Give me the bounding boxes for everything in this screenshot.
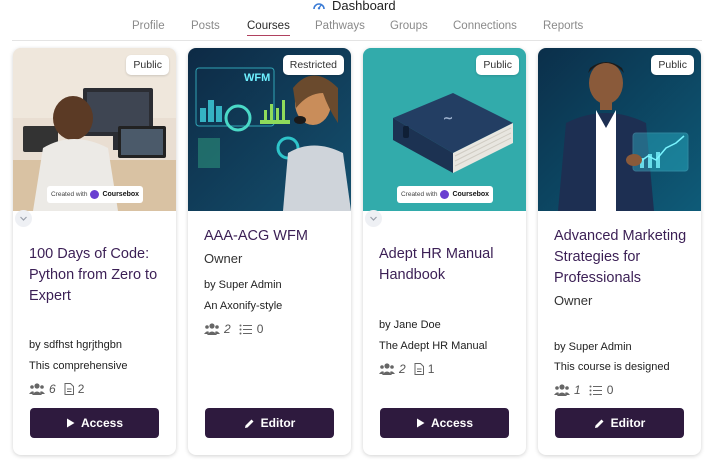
dashboard-title: Dashboard xyxy=(332,0,396,13)
watermark-brand: Coursebox xyxy=(102,191,140,198)
course-stats: 6 2 xyxy=(29,382,84,396)
members-count: 6 xyxy=(49,382,56,396)
course-card[interactable]: Created with Coursebox Public 100 Days o… xyxy=(13,48,176,455)
members-stat: 2 xyxy=(204,322,231,336)
lessons-count: 2 xyxy=(77,382,85,396)
watermark-prefix: Created with xyxy=(400,191,438,198)
course-role: Owner xyxy=(204,251,243,266)
users-icon xyxy=(379,363,395,375)
course-author: by sdfhst hgrjthgbn xyxy=(29,339,122,351)
members-count: 2 xyxy=(399,362,406,376)
visibility-badge: Public xyxy=(126,55,169,75)
dashboard-heading[interactable]: Dashboard xyxy=(312,0,396,13)
pencil-icon xyxy=(594,419,604,428)
course-author: by Super Admin xyxy=(554,341,632,353)
tab-pathways[interactable]: Pathways xyxy=(315,20,365,32)
course-description: An Axonify-style xyxy=(204,300,283,312)
lessons-stat: 0 xyxy=(239,322,264,336)
course-description: This course is designed xyxy=(554,361,670,373)
coursebox-logo-icon xyxy=(440,190,450,199)
course-title[interactable]: Advanced Marketing Strategies for Profes… xyxy=(554,226,694,289)
course-stats: 2 1 xyxy=(379,362,434,376)
list-icon xyxy=(239,324,252,334)
tab-connections[interactable]: Connections xyxy=(453,20,517,32)
visibility-badge: Public xyxy=(476,55,519,75)
lessons-stat: 1 xyxy=(414,362,435,376)
play-icon xyxy=(66,418,75,428)
list-icon xyxy=(589,385,602,395)
document-icon xyxy=(64,383,74,395)
course-card[interactable]: WFM Restricted AAA-ACG WFM Owner by Supe… xyxy=(188,48,351,455)
course-thumbnail[interactable]: Created with Coursebox Public xyxy=(13,48,176,211)
profile-tabs: Profile Posts Courses Pathways Groups Co… xyxy=(0,20,715,40)
course-thumbnail[interactable]: Public xyxy=(538,48,701,211)
course-card[interactable]: Public Advanced Marketing Strategies for… xyxy=(538,48,701,455)
coursebox-logo-icon xyxy=(90,190,100,199)
members-count: 1 xyxy=(574,383,581,397)
course-author: by Super Admin xyxy=(204,279,282,291)
coursebox-watermark: Created with Coursebox xyxy=(397,186,493,203)
button-label: Editor xyxy=(260,416,296,430)
course-description: This comprehensive xyxy=(29,360,128,372)
visibility-badge: Restricted xyxy=(282,55,344,75)
chevron-down-icon[interactable] xyxy=(15,210,32,227)
editor-button[interactable]: Editor xyxy=(205,408,334,438)
button-label: Access xyxy=(430,416,474,430)
course-stats: 2 0 xyxy=(204,322,263,336)
members-stat: 1 xyxy=(554,383,581,397)
lessons-stat: 2 xyxy=(64,382,85,396)
visibility-badge: Public xyxy=(651,55,694,75)
course-role: Owner xyxy=(554,293,593,308)
course-title[interactable]: 100 Days of Code: Python from Zero to Ex… xyxy=(29,244,169,307)
tab-groups[interactable]: Groups xyxy=(390,20,428,32)
button-label: Editor xyxy=(610,416,646,430)
members-stat: 6 xyxy=(29,382,56,396)
tab-courses[interactable]: Courses xyxy=(247,20,290,36)
watermark-prefix: Created with xyxy=(50,191,88,198)
tabs-divider xyxy=(12,40,702,41)
card-body: 100 Days of Code: Python from Zero to Ex… xyxy=(29,244,169,307)
pencil-icon xyxy=(244,419,254,428)
lessons-stat: 0 xyxy=(589,383,614,397)
members-stat: 2 xyxy=(379,362,406,376)
course-title[interactable]: AAA-ACG WFM xyxy=(204,226,344,247)
course-description: The Adept HR Manual xyxy=(379,340,488,352)
access-button[interactable]: Access xyxy=(380,408,509,438)
lessons-count: 1 xyxy=(427,362,435,376)
users-icon xyxy=(204,323,220,335)
speedometer-icon xyxy=(313,2,325,9)
card-body: AAA-ACG WFM Owner xyxy=(204,226,344,266)
course-thumbnail[interactable]: WFM Restricted xyxy=(188,48,351,211)
top-header: Dashboard xyxy=(0,0,715,14)
course-stats: 1 0 xyxy=(554,383,613,397)
users-icon xyxy=(29,383,45,395)
tab-profile[interactable]: Profile xyxy=(132,20,165,32)
svg-text:∼: ∼ xyxy=(443,111,453,125)
course-author: by Jane Doe xyxy=(379,319,441,331)
members-count: 2 xyxy=(224,322,231,336)
course-card[interactable]: ∼ Created with Coursebox Public Adept HR… xyxy=(363,48,526,455)
course-thumbnail[interactable]: ∼ Created with Coursebox Public xyxy=(363,48,526,211)
coursebox-watermark: Created with Coursebox xyxy=(47,186,143,203)
access-button[interactable]: Access xyxy=(30,408,159,438)
card-body: Advanced Marketing Strategies for Profes… xyxy=(554,226,694,308)
users-icon xyxy=(554,384,570,396)
course-title[interactable]: Adept HR Manual Handbook xyxy=(379,244,519,286)
chevron-down-icon[interactable] xyxy=(365,210,382,227)
button-label: Access xyxy=(80,416,124,430)
play-icon xyxy=(416,418,425,428)
tab-posts[interactable]: Posts xyxy=(191,20,220,32)
lessons-count: 0 xyxy=(606,383,614,397)
watermark-brand: Coursebox xyxy=(452,191,490,198)
editor-button[interactable]: Editor xyxy=(555,408,684,438)
wfm-image-label: WFM xyxy=(244,72,271,84)
card-body: Adept HR Manual Handbook xyxy=(379,244,519,286)
tab-reports[interactable]: Reports xyxy=(543,20,583,32)
lessons-count: 0 xyxy=(256,322,264,336)
document-icon xyxy=(414,363,424,375)
